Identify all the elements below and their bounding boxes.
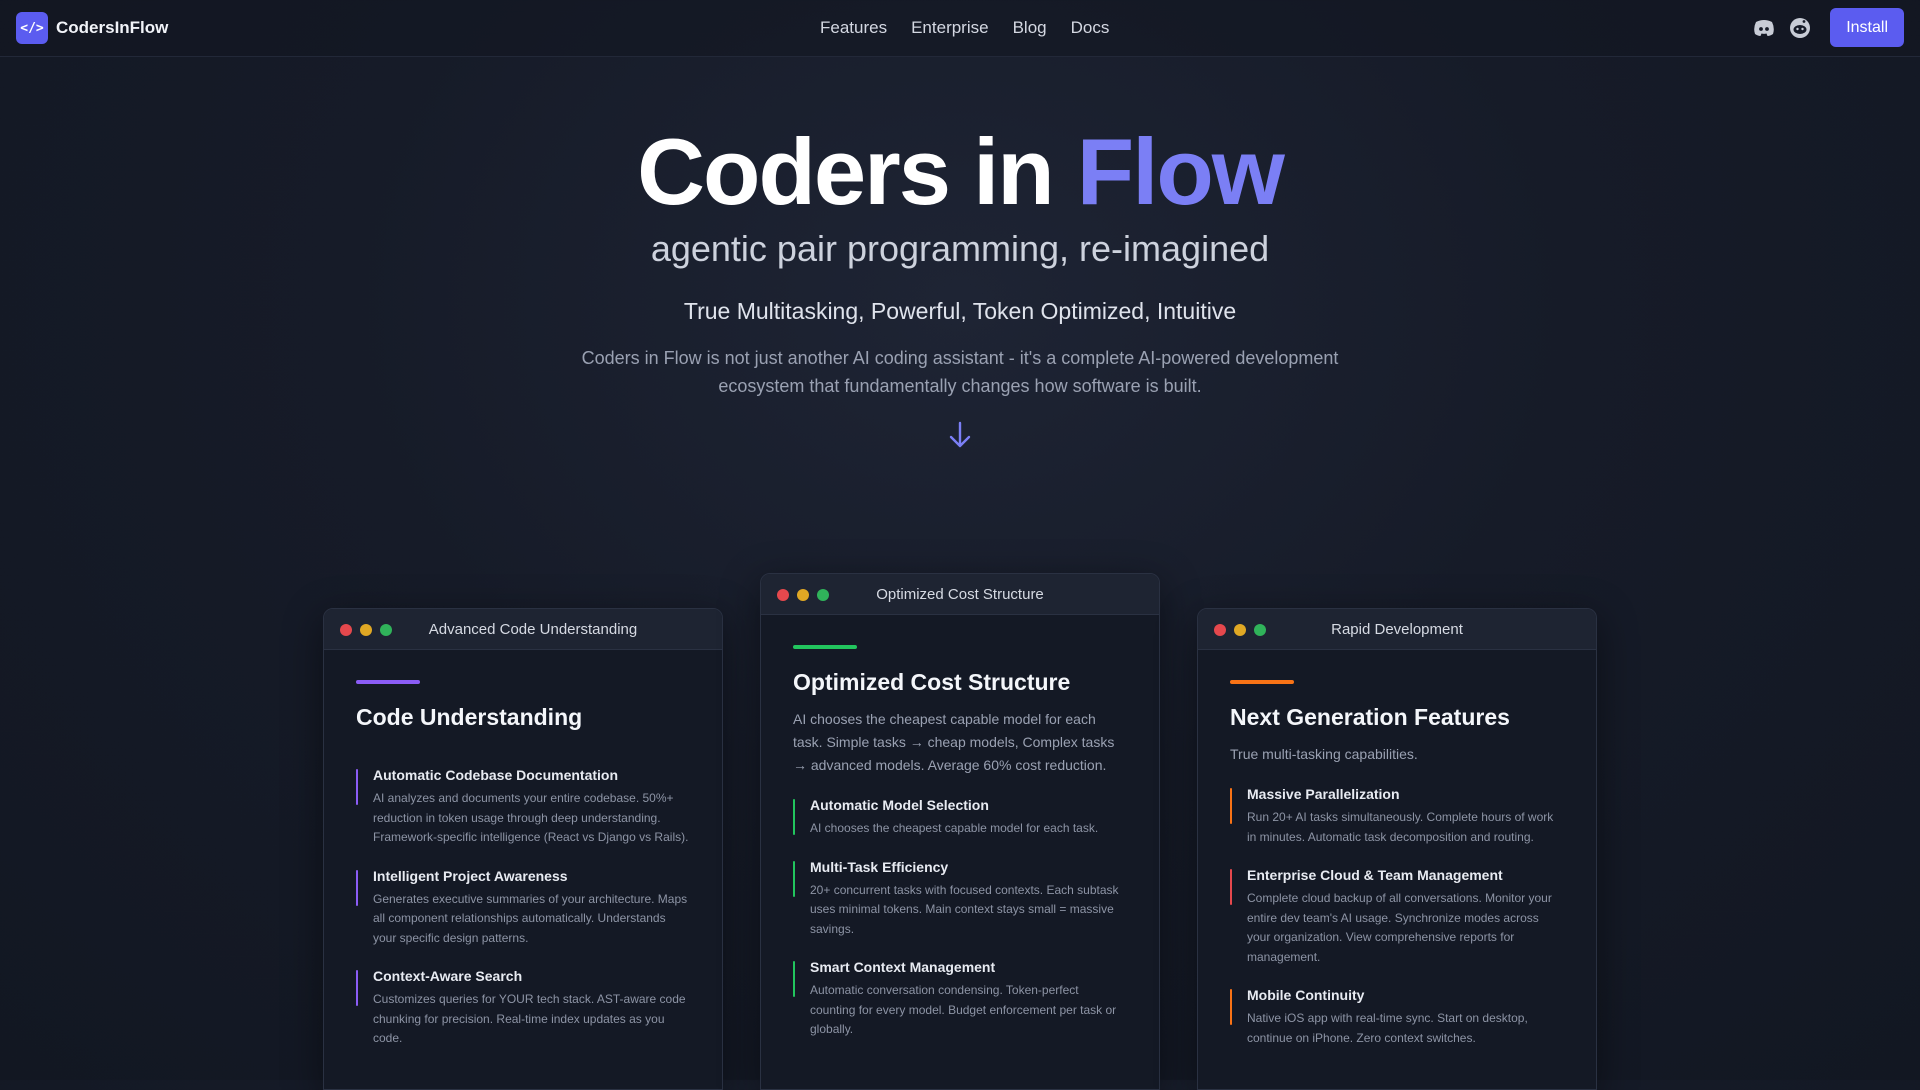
nav-link-features[interactable]: Features xyxy=(820,18,887,38)
hero-description: Coders in Flow is not just another AI co… xyxy=(581,348,1339,396)
feature-text: 20+ concurrent tasks with focused contex… xyxy=(810,882,1119,936)
feature-item: Smart Context Management Automatic conve… xyxy=(793,959,1127,1040)
feature-item: Massive Parallelization Run 20+ AI tasks… xyxy=(1230,786,1564,847)
feature-accent-bar xyxy=(356,769,358,805)
feature-text: Complete cloud backup of all conversatio… xyxy=(1247,891,1552,964)
feature-title: Massive Parallelization xyxy=(1247,786,1400,802)
nav-links: Features Enterprise Blog Docs xyxy=(820,18,1133,38)
feature-text: Native iOS app with real-time sync. Star… xyxy=(1247,1011,1528,1045)
feature-text: Generates executive summaries of your ar… xyxy=(373,891,688,945)
feature-accent-bar xyxy=(793,860,795,897)
feature-item: Intelligent Project Awareness Generates … xyxy=(356,868,690,949)
window-titlebar: Advanced Code Understanding xyxy=(324,609,722,650)
window-titlebar: Optimized Cost Structure xyxy=(761,574,1159,615)
feature-accent-bar xyxy=(1230,989,1232,1025)
nav-link-blog[interactable]: Blog xyxy=(1013,18,1047,38)
arrow-down-icon[interactable] xyxy=(948,420,972,450)
card-heading: Optimized Cost Structure xyxy=(793,669,1071,695)
nav-link-docs[interactable]: Docs xyxy=(1071,18,1110,38)
feature-text: Run 20+ AI tasks simultaneously. Complet… xyxy=(1247,810,1554,844)
feature-accent-bar xyxy=(1230,869,1232,905)
card-intro: True multi-tasking capabilities. xyxy=(1230,746,1418,762)
feature-title: Enterprise Cloud & Team Management xyxy=(1247,867,1503,883)
brand-name: CodersInFlow xyxy=(56,18,169,37)
feature-accent-bar xyxy=(793,961,795,997)
feature-title: Automatic Codebase Documentation xyxy=(373,767,619,783)
card-heading: Code Understanding xyxy=(356,704,583,730)
hero-subtitle: agentic pair programming, re-imagined xyxy=(650,228,1270,269)
window-title: Rapid Development xyxy=(1331,621,1463,638)
hero-tagline: True Multitasking, Powerful, Token Optim… xyxy=(683,298,1237,324)
feature-accent-bar xyxy=(356,869,358,906)
feature-accent-bar xyxy=(793,799,795,835)
feature-title: Intelligent Project Awareness xyxy=(373,867,568,884)
feature-text: Automatic conversation condensing. Token… xyxy=(810,983,1117,1036)
feature-title: Automatic Model Selection xyxy=(810,797,989,813)
accent-line xyxy=(356,680,420,684)
feature-title: Smart Context Management xyxy=(810,959,996,975)
window-titlebar: Rapid Development xyxy=(1198,609,1596,650)
feature-card-cost-structure: Optimized Cost Structure Optimized Cost … xyxy=(760,573,1160,1090)
feature-title: Context-Aware Search xyxy=(373,968,523,984)
feature-text: AI chooses the cheapest capable model fo… xyxy=(810,821,1099,835)
card-heading: Next Generation Features xyxy=(1230,704,1510,730)
brand-link[interactable]: </> CodersInFlow xyxy=(16,12,168,44)
nav-actions: Install xyxy=(1752,8,1904,47)
hero-title: Coders in Flow xyxy=(0,120,1920,223)
install-button[interactable]: Install xyxy=(1830,8,1904,47)
feature-title: Mobile Continuity xyxy=(1247,987,1365,1003)
code-brackets-icon: </> xyxy=(16,12,48,44)
hero-title-main: Coders in xyxy=(637,119,1077,224)
feature-item: Mobile Continuity Native iOS app with re… xyxy=(1230,987,1564,1048)
feature-item: Automatic Codebase Documentation AI anal… xyxy=(356,767,690,848)
top-navbar: </> CodersInFlow Features Enterprise Blo… xyxy=(0,0,1920,57)
feature-title: Multi-Task Efficiency xyxy=(810,858,949,875)
window-title: Optimized Cost Structure xyxy=(876,586,1044,603)
feature-text: Customizes queries for YOUR tech stack. … xyxy=(373,992,686,1045)
feature-item: Enterprise Cloud & Team Management Compl… xyxy=(1230,867,1564,967)
window-title: Advanced Code Understanding xyxy=(428,621,638,638)
discord-icon[interactable] xyxy=(1752,16,1776,40)
feature-item: Multi-Task Efficiency 20+ concurrent tas… xyxy=(793,859,1127,940)
nav-link-enterprise[interactable]: Enterprise xyxy=(911,18,988,38)
feature-accent-bar xyxy=(1230,788,1232,824)
feature-card-rapid-development: Rapid Development Next Generation Featur… xyxy=(1197,608,1597,1090)
feature-text: AI analyzes and documents your entire co… xyxy=(373,791,689,844)
feature-item: Context-Aware Search Customizes queries … xyxy=(356,968,690,1049)
feature-item: Automatic Model Selection AI chooses the… xyxy=(793,797,1127,839)
feature-card-code-understanding: Advanced Code Understanding Code Underst… xyxy=(323,608,723,1090)
hero-title-accent: Flow xyxy=(1076,119,1285,224)
reddit-icon[interactable] xyxy=(1788,16,1812,40)
card-intro: AI chooses the cheapest capable model fo… xyxy=(793,711,1115,773)
accent-line xyxy=(793,645,857,649)
accent-line xyxy=(1230,680,1294,684)
feature-accent-bar xyxy=(356,970,358,1006)
